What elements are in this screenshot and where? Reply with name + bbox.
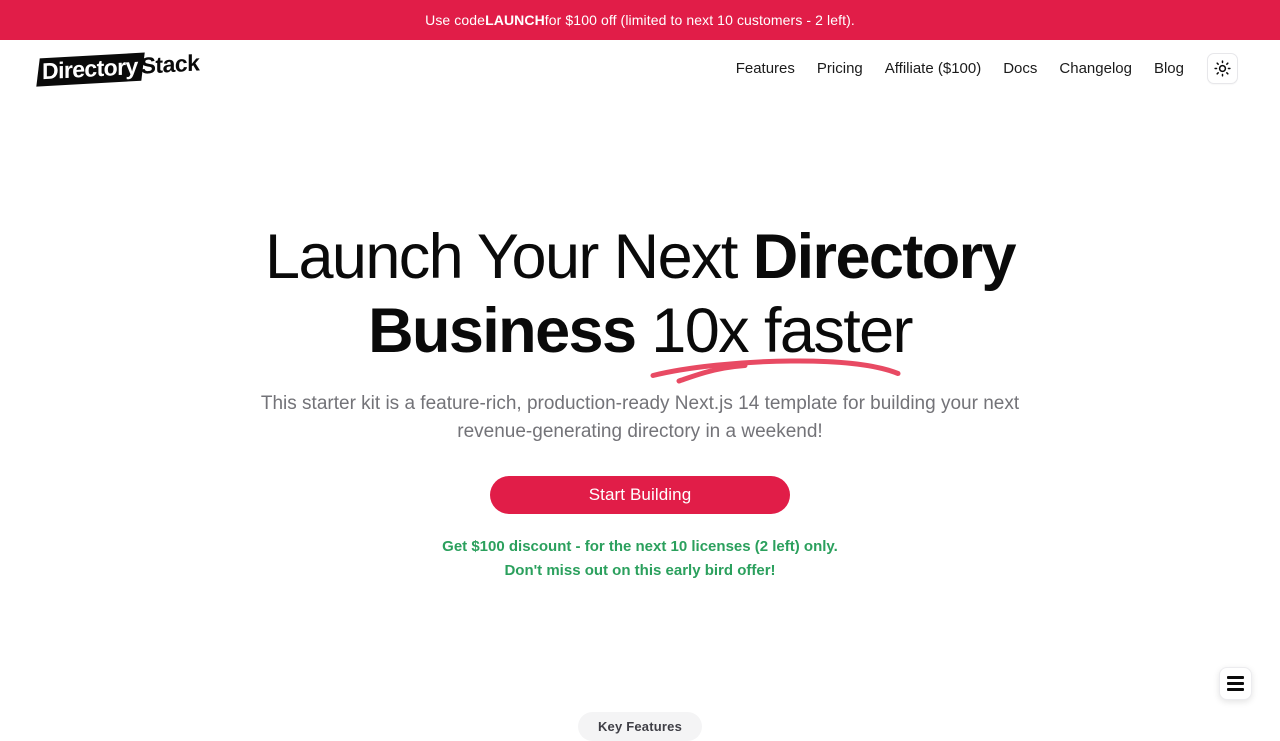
hero-title-part-regular-1: Launch Your Next (265, 222, 753, 292)
key-features-pill: Key Features (578, 712, 702, 741)
hero-subtitle: This starter kit is a feature-rich, prod… (225, 390, 1055, 446)
start-building-button[interactable]: Start Building (490, 476, 790, 514)
discount-line-1: Get $100 discount - for the next 10 lice… (0, 535, 1280, 559)
hamburger-bar (1227, 688, 1244, 690)
nav-item-affiliate[interactable]: Affiliate ($100) (874, 55, 992, 82)
nav-item-blog[interactable]: Blog (1143, 55, 1195, 82)
site-header: Directory Stack Features Pricing Affilia… (0, 40, 1280, 96)
sun-icon (1214, 60, 1231, 77)
nav-item-changelog[interactable]: Changelog (1048, 55, 1143, 82)
logo-word: Stack (141, 52, 200, 79)
logo[interactable]: Directory Stack (38, 46, 199, 89)
hero-title-part-regular-2: 10x faster (651, 296, 912, 366)
discount-line-2: Don't miss out on this early bird offer! (0, 559, 1280, 583)
nav-item-docs[interactable]: Docs (992, 55, 1048, 82)
nav-item-pricing[interactable]: Pricing (806, 55, 874, 82)
announcement-lead: Use code (425, 12, 485, 28)
hamburger-bar (1227, 676, 1244, 678)
announcement-promo-code: LAUNCH (485, 12, 545, 28)
theme-toggle-button[interactable] (1207, 53, 1238, 84)
discount-notice: Get $100 discount - for the next 10 lice… (0, 535, 1280, 583)
hamburger-bar (1227, 682, 1244, 684)
hero-section: Launch Your Next Directory Business 10x … (0, 96, 1280, 583)
floating-menu-button[interactable] (1219, 667, 1252, 700)
hero-cta-wrapper: Start Building (0, 476, 1280, 514)
hamburger-menu-icon (1227, 676, 1244, 690)
logo-mark-text: Directory (42, 55, 138, 84)
hero-title: Launch Your Next Directory Business 10x … (140, 220, 1140, 368)
next-section-peek: Key Features (0, 712, 1280, 741)
hero-title-part-bold-2: Business (368, 296, 651, 366)
nav-item-features[interactable]: Features (725, 55, 806, 82)
logo-mark: Directory (36, 52, 144, 86)
announcement-banner: Use code LAUNCH for $100 off (limited to… (0, 0, 1280, 40)
announcement-tail: for $100 off (limited to next 10 custome… (545, 12, 855, 28)
hero-title-highlight: 10x faster (651, 294, 912, 368)
primary-nav: Features Pricing Affiliate ($100) Docs C… (725, 53, 1238, 84)
hero-title-part-bold-1: Directory (753, 222, 1015, 292)
